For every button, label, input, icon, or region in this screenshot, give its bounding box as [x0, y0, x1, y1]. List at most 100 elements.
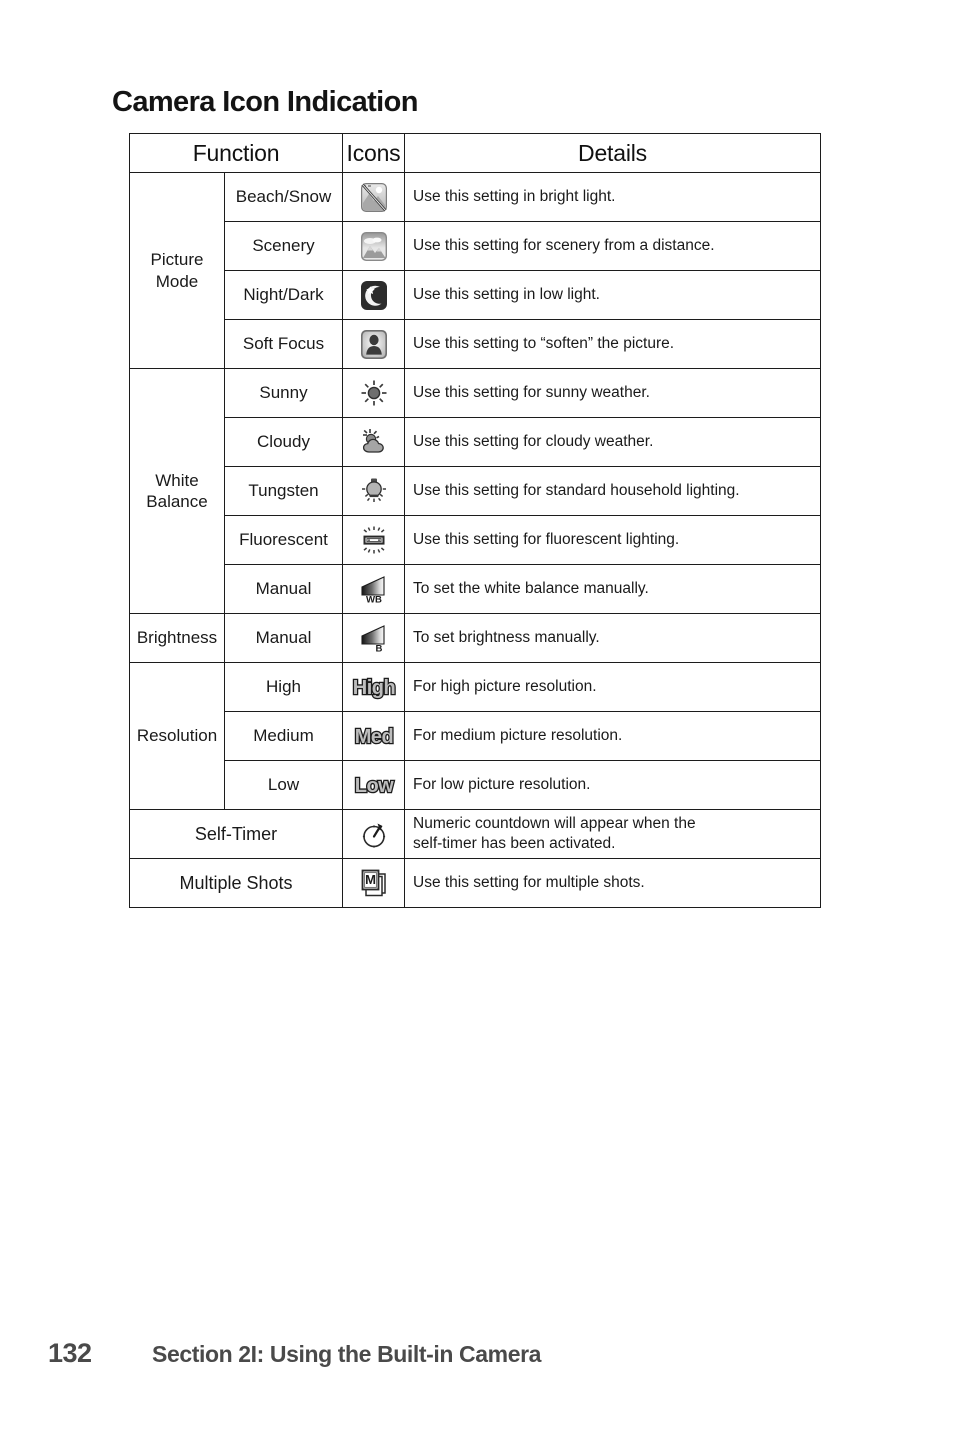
detail-soft-focus: Use this setting to “soften” the picture…	[404, 319, 821, 369]
multiple-shots-icon: M	[358, 866, 390, 900]
svg-text:WB: WB	[366, 594, 382, 605]
table-header: Function Icons Details	[129, 133, 821, 173]
svg-text:Low: Low	[354, 775, 393, 797]
svg-text:Med: Med	[354, 726, 393, 748]
svg-text:M: M	[365, 872, 376, 887]
svg-text:High: High	[352, 677, 394, 699]
scenery-icon	[359, 229, 389, 263]
icon-cell-self-timer	[342, 809, 405, 859]
function-group-label-line2: Mode	[155, 271, 199, 291]
detail-manual-white-balance: To set the white balance manually.	[404, 564, 821, 614]
table-row: White Balance Sunny Use this setting for…	[129, 368, 821, 614]
icon-cell-fluorescent	[342, 515, 405, 565]
column-header-function: Function	[129, 133, 343, 173]
icon-cell-scenery	[342, 221, 405, 271]
function-label-fluorescent: Fluorescent	[224, 515, 343, 565]
low-resolution-icon: Low	[346, 772, 402, 799]
detail-sunny: Use this setting for sunny weather.	[404, 368, 821, 418]
function-group-white-balance: White Balance	[129, 368, 225, 614]
detail-multiple-shots: Use this setting for multiple shots.	[404, 858, 821, 908]
icon-cell-tungsten	[342, 466, 405, 516]
function-label-tungsten: Tungsten	[224, 466, 343, 516]
table-row: Soft Focus Use this setting to “soften” …	[130, 319, 821, 369]
night-dark-icon	[359, 278, 389, 312]
self-timer-icon	[359, 818, 389, 850]
detail-medium-resolution: For medium picture resolution.	[404, 711, 821, 761]
function-label-manual-white-balance: Manual	[224, 564, 343, 614]
detail-cloudy: Use this setting for cloudy weather.	[404, 417, 821, 467]
function-label-night-dark: Night/Dark	[224, 270, 343, 320]
function-group-label-line1: Picture	[150, 250, 204, 270]
column-header-icons: Icons	[342, 133, 405, 173]
page-title: Camera Icon Indication	[112, 86, 418, 118]
detail-self-timer: Numeric countdown will appear when the s…	[404, 809, 821, 859]
table-row: Brightness Manual B To set brightness ma…	[129, 613, 821, 663]
function-group-brightness: Brightness	[129, 613, 225, 663]
footer-section-title: Section 2I: Using the Built-in Camera	[152, 1341, 542, 1367]
table-row: Picture Mode Beach/Snow Use this setting…	[129, 172, 821, 369]
icon-cell-night-dark	[342, 270, 405, 320]
icon-cell-high-resolution: High	[342, 662, 405, 712]
icon-cell-low-resolution: Low	[342, 760, 405, 810]
detail-beach-snow: Use this setting in bright light.	[404, 172, 821, 222]
table-header-row: Function Icons Details	[129, 133, 821, 173]
detail-self-timer-line2: self-timer has been activated.	[413, 835, 616, 852]
table-row: Cloudy Use this setting for cloudy weath…	[130, 417, 821, 467]
icon-cell-beach-snow	[342, 172, 405, 222]
function-label-beach-snow: Beach/Snow	[224, 172, 343, 222]
medium-resolution-icon: Med	[346, 723, 402, 750]
icon-cell-medium-resolution: Med	[342, 711, 405, 761]
table-row: Self-Timer Numeric countdown will appear…	[129, 809, 821, 859]
detail-tungsten: Use this setting for standard household …	[404, 466, 821, 516]
icon-cell-manual-white-balance: WB	[342, 564, 405, 614]
beach-snow-icon	[359, 180, 389, 214]
camera-icon-indication-table: Function Icons Details Picture Mode Beac…	[129, 133, 821, 908]
function-group-picture-mode: Picture Mode	[129, 172, 225, 369]
cloudy-icon	[358, 426, 390, 458]
manual-brightness-icon: B	[358, 622, 390, 654]
tungsten-icon	[358, 475, 390, 507]
manual-white-balance-icon: WB	[358, 573, 390, 605]
function-label-low: Low	[224, 760, 343, 810]
function-label-sunny: Sunny	[224, 368, 343, 418]
page-footer: 132 Section 2I: Using the Built-in Camer…	[0, 1338, 954, 1388]
icon-cell-sunny	[342, 368, 405, 418]
icon-cell-manual-brightness: B	[342, 613, 405, 663]
table-row: Manual WB To set the white balance manua…	[130, 564, 821, 614]
icon-cell-soft-focus	[342, 319, 405, 369]
detail-night-dark: Use this setting in low light.	[404, 270, 821, 320]
function-group-label-line1: White	[155, 470, 199, 490]
table-row: Tungsten Use this setting for standard h…	[130, 466, 821, 516]
icon-cell-cloudy	[342, 417, 405, 467]
function-group-resolution: Resolution	[129, 662, 225, 810]
table-row: Night/Dark Use this setting in low light…	[130, 270, 821, 320]
footer-page-number: 132	[48, 1338, 92, 1368]
table-row: Low Low For low picture resolution.	[130, 760, 821, 810]
detail-manual-brightness: To set brightness manually.	[404, 613, 821, 663]
icon-cell-multiple-shots: M	[342, 858, 405, 908]
function-label-soft-focus: Soft Focus	[224, 319, 343, 369]
detail-low-resolution: For low picture resolution.	[404, 760, 821, 810]
table-body: Picture Mode Beach/Snow Use this setting…	[129, 172, 821, 908]
function-label-high: High	[224, 662, 343, 712]
table-row: Multiple Shots M Use this setting for mu…	[129, 858, 821, 908]
detail-self-timer-line1: Numeric countdown will appear when the	[413, 815, 696, 833]
soft-focus-icon	[359, 327, 389, 361]
table-row: Fluorescent Use this setting for fluores…	[130, 515, 821, 565]
function-label-medium: Medium	[224, 711, 343, 761]
function-label-cloudy: Cloudy	[224, 417, 343, 467]
function-label-manual-brightness: Manual	[224, 613, 343, 663]
function-group-label-line2: Balance	[146, 492, 208, 511]
svg-text:B: B	[375, 643, 382, 654]
function-label-multiple-shots: Multiple Shots	[129, 858, 343, 908]
detail-scenery: Use this setting for scenery from a dist…	[404, 221, 821, 271]
detail-fluorescent: Use this setting for fluorescent lightin…	[404, 515, 821, 565]
high-resolution-icon: High	[346, 674, 402, 701]
table-row: Resolution High High For high picture re…	[129, 662, 821, 810]
column-header-details: Details	[404, 133, 821, 173]
table-row: Scenery Use this setting for scenery fro…	[130, 221, 821, 271]
function-label-scenery: Scenery	[224, 221, 343, 271]
fluorescent-icon	[358, 524, 390, 556]
document-page: Camera Icon Indication Function Icons De…	[0, 0, 954, 1431]
table-row: Medium Med For medium picture resolution…	[130, 711, 821, 761]
